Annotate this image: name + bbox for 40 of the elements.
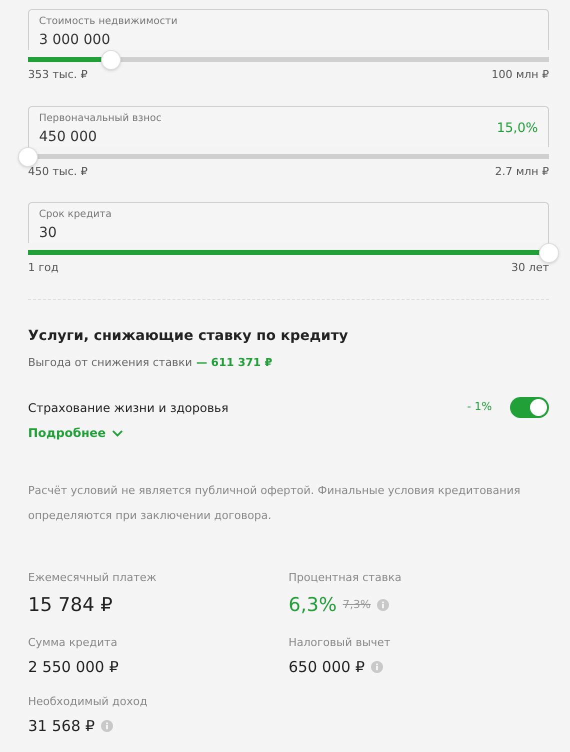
- field-value: 450 000: [39, 128, 98, 146]
- field-value: 3 000 000: [39, 31, 112, 50]
- result-value: 2 550 000 ₽: [28, 656, 119, 678]
- input-field[interactable]: Стоимость недвижимости 3 000 000: [28, 9, 549, 50]
- result-value: 31 568 ₽: [28, 716, 95, 736]
- discount-value: - 1%: [467, 399, 492, 416]
- result-value: 650 000 ₽: [288, 656, 365, 678]
- disclaimer-text: Расчёт условий не является публичной офертой. Финальные условия кредитования определяются при заключении договора.: [28, 483, 522, 524]
- slider-thumb[interactable]: [18, 146, 38, 166]
- field-label: Срок кредита: [39, 208, 112, 222]
- result-label: Сумма кредита: [28, 635, 118, 651]
- result-value: 15 784 ₽: [28, 592, 113, 618]
- max-label: 2.7 млн ₽: [494, 164, 549, 180]
- input-field[interactable]: Первоначальный взнос 450 000 15,0%: [28, 106, 549, 146]
- min-label: 353 тыс. ₽: [28, 67, 88, 83]
- result-value: 6,3%: [288, 592, 337, 618]
- min-label: 450 тыс. ₽: [28, 164, 88, 180]
- old-rate: 7,3%: [342, 596, 371, 612]
- info-icon[interactable]: [376, 598, 389, 611]
- slider-thumb[interactable]: [101, 50, 122, 70]
- benefit-label: Выгода от снижения ставки: [28, 354, 192, 370]
- info-icon[interactable]: [100, 720, 113, 732]
- benefit-value: — 611 371 ₽: [196, 354, 272, 370]
- min-label: 1 год: [28, 260, 59, 276]
- section-title: Услуги, снижающие ставку по кредиту: [28, 326, 349, 346]
- field-label: Стоимость недвижимости: [39, 15, 178, 29]
- input-field[interactable]: Срок кредита 30: [28, 202, 549, 243]
- slider-thumb[interactable]: [539, 243, 559, 263]
- percent-value: 15,0%: [496, 120, 538, 138]
- result-label: Процентная ставка: [288, 570, 402, 586]
- max-label: 30 лет: [511, 260, 549, 276]
- service-name: Страхование жизни и здоровья: [28, 400, 228, 416]
- field-label: Первоначальный взнос: [39, 112, 162, 126]
- result-label: Налоговый вычет: [288, 635, 392, 651]
- result-label: Ежемесячный платеж: [28, 570, 158, 586]
- field-value: 30: [39, 224, 58, 243]
- toggle-switch[interactable]: [510, 397, 549, 418]
- info-icon[interactable]: [370, 660, 383, 673]
- result-label: Необходимый доход: [28, 694, 148, 710]
- max-label: 100 млн ₽: [491, 67, 549, 83]
